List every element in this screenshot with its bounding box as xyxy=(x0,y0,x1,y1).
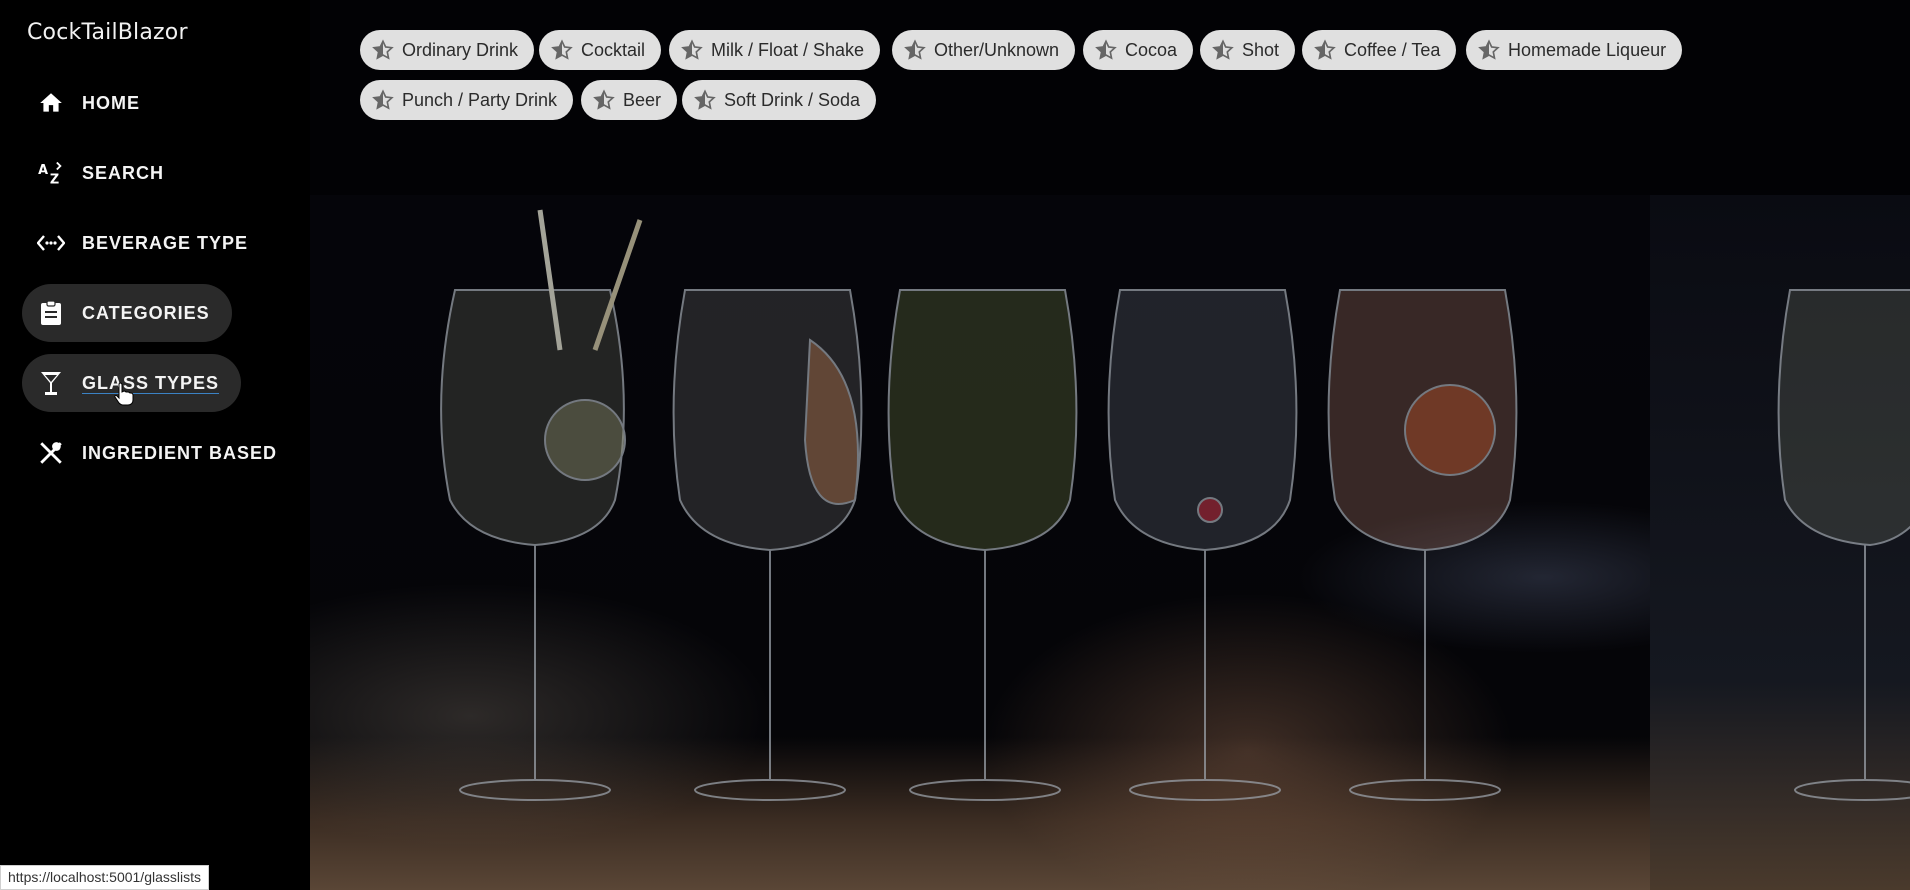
svg-text:A: A xyxy=(38,163,48,178)
star-outline-icon xyxy=(694,89,716,111)
glass-icon xyxy=(36,368,66,398)
hand-cursor-icon xyxy=(114,382,134,411)
chip-ordinary-drink[interactable]: Ordinary Drink xyxy=(360,30,535,70)
star-outline-icon xyxy=(372,39,394,61)
chip-label: Soft Drink / Soda xyxy=(724,89,861,110)
chip-label: Cocoa xyxy=(1125,39,1178,60)
sort-az-icon: A Z xyxy=(36,158,66,188)
hero-image xyxy=(310,0,1910,890)
chip-punch-party-drink[interactable]: Punch / Party Drink xyxy=(360,80,574,120)
chip-label: Ordinary Drink xyxy=(402,39,519,60)
chip-milk-float-shake[interactable]: Milk / Float / Shake xyxy=(669,30,881,70)
star-outline-icon xyxy=(904,39,926,61)
star-outline-icon xyxy=(1314,39,1336,61)
chip-label: Other/Unknown xyxy=(934,39,1060,60)
nav-label-search: SEARCH xyxy=(82,162,165,183)
utensils-icon xyxy=(36,438,66,468)
nav-label-beverage-type: BEVERAGE TYPE xyxy=(82,232,249,253)
chip-label: Cocktail xyxy=(581,39,646,60)
star-outline-icon xyxy=(593,89,615,111)
nav-label-ingredient-based: INGREDIENT BASED xyxy=(82,442,278,463)
chip-cocktail[interactable]: Cocktail xyxy=(539,30,662,70)
chip-other-unknown[interactable]: Other/Unknown xyxy=(892,30,1076,70)
chip-label: Beer xyxy=(623,89,662,110)
app-title[interactable]: CockTailBlazor xyxy=(27,20,188,45)
nav-label-home: HOME xyxy=(82,92,140,113)
chip-cocoa[interactable]: Cocoa xyxy=(1083,30,1194,70)
nav-item-search[interactable]: A Z SEARCH xyxy=(22,144,186,202)
star-outline-icon xyxy=(1478,39,1500,61)
nav-label-categories: CATEGORIES xyxy=(82,302,210,323)
star-outline-icon xyxy=(1095,39,1117,61)
star-outline-icon xyxy=(372,89,394,111)
sidebar: CockTailBlazor HOME A Z SEARCH BEVERAGE … xyxy=(0,0,310,890)
chip-soft-drink-soda[interactable]: Soft Drink / Soda xyxy=(682,80,877,120)
svg-text:Z: Z xyxy=(50,173,59,188)
star-outline-icon xyxy=(681,39,703,61)
clipboard-icon xyxy=(36,298,66,328)
code-arrows-icon xyxy=(36,228,66,258)
link-preview-statusbar: https://localhost:5001/glasslists xyxy=(0,865,209,890)
cocktail-glasses-illustration xyxy=(440,209,1910,801)
chip-coffee-tea[interactable]: Coffee / Tea xyxy=(1302,30,1457,70)
nav-item-beverage-type[interactable]: BEVERAGE TYPE xyxy=(22,214,270,272)
chip-beer[interactable]: Beer xyxy=(581,80,678,120)
nav-item-ingredient-based[interactable]: INGREDIENT BASED xyxy=(22,424,299,482)
star-outline-icon xyxy=(551,39,573,61)
nav-item-home[interactable]: HOME xyxy=(22,74,162,132)
chip-label: Homemade Liqueur xyxy=(1508,39,1667,60)
home-icon xyxy=(36,88,66,118)
chip-label: Coffee / Tea xyxy=(1344,39,1441,60)
chip-label: Punch / Party Drink xyxy=(402,89,558,110)
star-outline-icon xyxy=(1212,39,1234,61)
chip-shot[interactable]: Shot xyxy=(1200,30,1296,70)
chip-label: Milk / Float / Shake xyxy=(711,39,865,60)
nav-label-glass-types: GLASS TYPES xyxy=(82,372,220,393)
chip-label: Shot xyxy=(1242,39,1280,60)
nav-item-categories[interactable]: CATEGORIES xyxy=(22,284,232,342)
chip-homemade-liqueur[interactable]: Homemade Liqueur xyxy=(1466,30,1683,70)
